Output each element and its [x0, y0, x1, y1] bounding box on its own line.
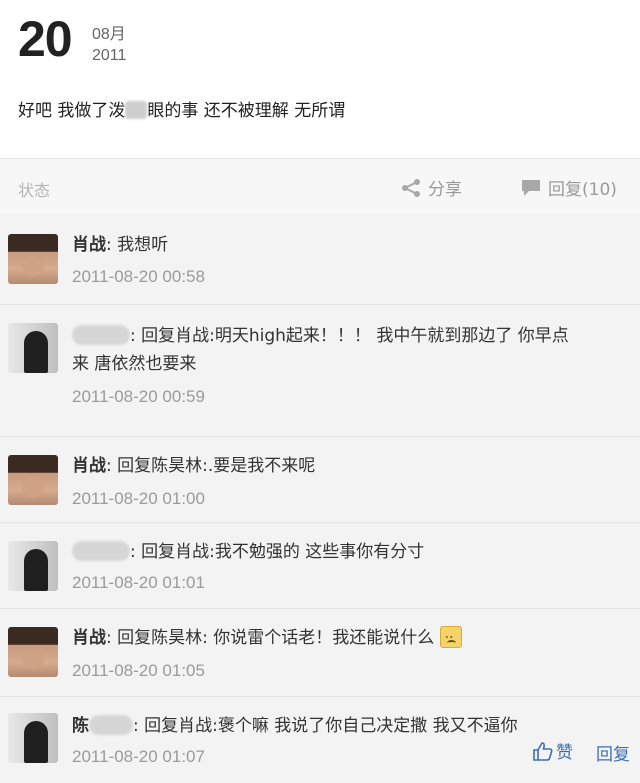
comment-text: 肖战: 回复陈昊林: 你说雷个话老！我还能说什么 [72, 625, 462, 651]
sad-face-icon [439, 625, 462, 651]
comment-time: 2011-08-20 01:01 [72, 573, 205, 592]
share-label: 分享 [428, 180, 462, 200]
comment-time: 2011-08-20 01:05 [72, 661, 205, 680]
post-day: 20 [18, 11, 73, 67]
comment-item: : 回复肖战:我不勉强的 这些事你有分寸 2011-08-20 01:01 [0, 522, 640, 608]
comment-item: 肖战: 回复陈昊林: 你说雷个话老！我还能说什么 2011-08-20 01:0… [0, 608, 640, 696]
avatar[interactable] [8, 627, 58, 677]
reply-count-button[interactable]: 回复(10) [520, 175, 617, 200]
comment-author[interactable]: 陈 [72, 716, 89, 736]
comment-icon [522, 179, 540, 196]
blurred-author [72, 541, 130, 561]
post-content-suffix: 眼的事 还不被理解 无所谓 [147, 101, 346, 121]
post-action-bar: 状态 分享 回复(10) [0, 158, 640, 214]
comment-text: 肖战: 我想听 [72, 235, 169, 255]
comment-author[interactable]: 肖战 [72, 628, 106, 648]
comment-author[interactable]: 肖战 [72, 235, 106, 255]
thumbs-up-icon [533, 741, 553, 761]
comment-item: 肖战: 我想听 2011-08-20 00:58 [0, 214, 640, 304]
comment-item: : 回复肖战:明天high起来！！！ 我中午就到那边了 你早点 来 唐依然也要来… [0, 304, 640, 436]
like-button[interactable]: 赞 [532, 738, 573, 763]
comment-time: 2011-08-20 00:59 [72, 387, 205, 406]
post-month: 08月 [92, 26, 126, 43]
comment-text: : 回复肖战:明天high起来！！！ 我中午就到那边了 你早点 [72, 323, 569, 349]
avatar[interactable] [8, 234, 58, 284]
post-header: 20 08月 2011 好吧 我做了泼 眼的事 还不被理解 无所谓 [0, 0, 640, 158]
comment-item: 肖战: 回复陈昊林:.要是我不来呢 2011-08-20 01:00 [0, 436, 640, 522]
like-label: 赞 [556, 743, 573, 763]
comment-time: 2011-08-20 00:58 [72, 267, 205, 286]
post-content: 好吧 我做了泼 眼的事 还不被理解 无所谓 [18, 96, 345, 121]
post-year: 2011 [92, 47, 127, 64]
comment-time: 2011-08-20 01:07 [72, 747, 205, 766]
avatar[interactable] [8, 713, 58, 763]
reply-button[interactable]: 回复 [596, 740, 630, 765]
share-button[interactable]: 分享 [400, 175, 462, 200]
post-content-prefix: 好吧 我做了泼 [18, 101, 126, 121]
comment-author[interactable]: 肖战 [72, 456, 106, 476]
avatar[interactable] [8, 323, 58, 373]
comment-text: 肖战: 回复陈昊林:.要是我不来呢 [72, 456, 316, 476]
share-icon [402, 178, 420, 197]
blurred-text [125, 101, 148, 119]
blurred-author [72, 325, 130, 345]
post-type-tag: 状态 [18, 181, 51, 200]
avatar[interactable] [8, 541, 58, 591]
avatar[interactable] [8, 455, 58, 505]
comment-time: 2011-08-20 01:00 [72, 489, 205, 508]
comment-text: : 回复肖战:我不勉强的 这些事你有分寸 [72, 539, 424, 565]
comment-text: 陈: 回复肖战:褒个嘛 我说了你自己决定撒 我又不逼你 [72, 715, 518, 736]
comment-list: 肖战: 我想听 2011-08-20 00:58 : 回复肖战:明天high起来… [0, 214, 640, 783]
reply-count-label: 回复(10) [548, 180, 617, 200]
comment-text-continued: 来 唐依然也要来 [72, 354, 197, 374]
blurred-author [89, 715, 133, 735]
